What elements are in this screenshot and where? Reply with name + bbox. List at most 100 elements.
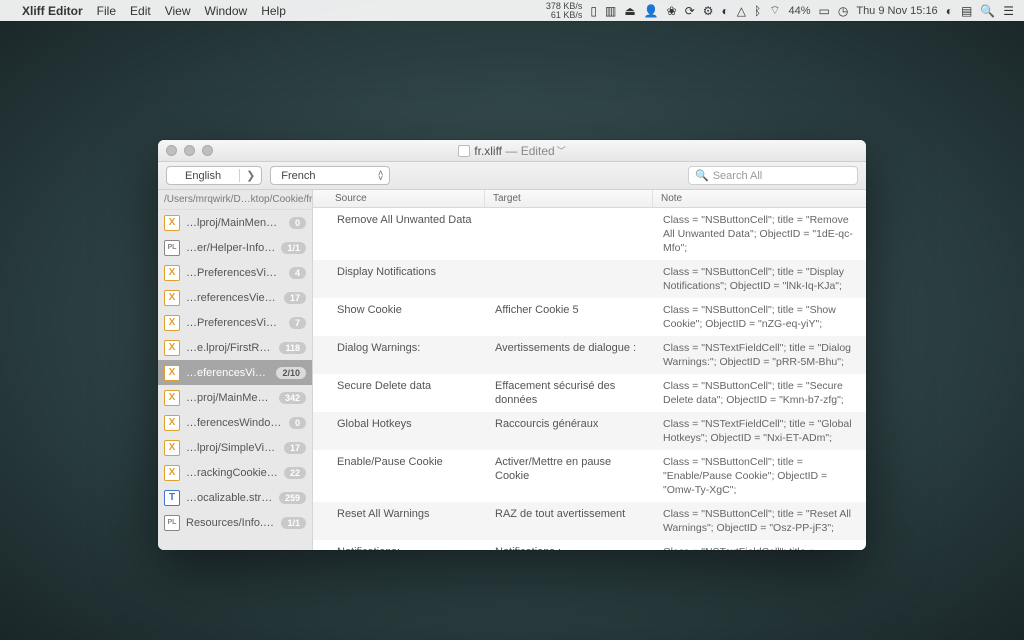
cloud-icon[interactable]: △ xyxy=(737,4,746,18)
close-button[interactable] xyxy=(166,145,177,156)
menu-view[interactable]: View xyxy=(165,4,191,18)
file-name: …eferencesView.xib xyxy=(186,367,270,379)
sidebar-file-item[interactable]: X…referencesView.xib17 xyxy=(158,285,312,310)
cell-source[interactable]: Display Notifications xyxy=(329,265,487,293)
table-row[interactable]: Show CookieAfficher Cookie 5Class = "NSB… xyxy=(313,298,866,336)
wifi-icon[interactable]: ⌔ xyxy=(769,3,780,18)
file-name: …ferencesWindow.xib xyxy=(186,417,283,429)
table-row[interactable]: Dialog Warnings:Avertissements de dialog… xyxy=(313,336,866,374)
sidebar: /Users/mrqwirk/D…ktop/Cookie/fr.xliff X…… xyxy=(158,190,313,550)
battery-pct: 44% xyxy=(788,5,810,17)
title-chevron-icon[interactable]: ﹀ xyxy=(557,144,566,157)
file-badge: 17 xyxy=(284,292,306,304)
clock-icon[interactable]: ◷ xyxy=(838,4,848,18)
cell-source[interactable]: Show Cookie xyxy=(329,303,487,331)
fan-icon[interactable]: ❀ xyxy=(667,4,677,18)
circle-icon[interactable]: ◐ xyxy=(722,4,729,18)
xib-file-icon: X xyxy=(164,415,180,431)
cell-target[interactable]: Activer/Mettre en pause Cookie xyxy=(487,455,655,497)
strings-file-icon: T xyxy=(164,490,180,506)
user-icon[interactable]: 👤 xyxy=(644,4,659,18)
table-row[interactable]: Display NotificationsClass = "NSButtonCe… xyxy=(313,260,866,298)
cell-source[interactable]: Global Hotkeys xyxy=(329,417,487,445)
sidebar-file-item[interactable]: X…e.lproj/FirstRun.xib118 xyxy=(158,335,312,360)
cell-source[interactable]: Reset All Warnings xyxy=(329,507,487,535)
zoom-button[interactable] xyxy=(202,145,213,156)
table-row[interactable]: Global HotkeysRaccourcis générauxClass =… xyxy=(313,412,866,450)
menu-edit[interactable]: Edit xyxy=(130,4,151,18)
sidebar-file-item[interactable]: PL…er/Helper-Info.plist1/1 xyxy=(158,235,312,260)
cell-target[interactable]: Effacement sécurisé des données xyxy=(487,379,655,407)
bars-icon[interactable]: ▥ xyxy=(605,4,616,18)
search-input[interactable]: 🔍 Search All xyxy=(688,166,858,185)
target-language-selector[interactable]: French ˄˅ xyxy=(270,166,390,185)
file-badge: 2/10 xyxy=(276,367,306,379)
sidebar-file-item[interactable]: PLResources/Info.plist1/1 xyxy=(158,510,312,535)
app-name[interactable]: Xliff Editor xyxy=(22,4,83,18)
table-row[interactable]: Enable/Pause CookieActiver/Mettre en pau… xyxy=(313,450,866,502)
file-list[interactable]: X…lproj/MainMenu.xib0 PL …er/Helper-Info.p… xyxy=(158,210,312,550)
notepad-icon[interactable]: ▤ xyxy=(961,4,972,18)
file-name: …PreferencesView.xib xyxy=(186,317,283,329)
titlebar[interactable]: fr.xliff — Edited ﹀ xyxy=(158,140,866,162)
eject-icon[interactable]: ⏏ xyxy=(624,4,635,18)
sidebar-file-item[interactable]: T…ocalizable.strings259 xyxy=(158,485,312,510)
sidebar-file-item[interactable]: X…lproj/MainMenu.xib0 xyxy=(158,210,312,235)
sidebar-file-item[interactable]: X…lproj/SimpleView.xib17 xyxy=(158,435,312,460)
cell-note: Class = "NSButtonCell"; title = "Enable/… xyxy=(655,455,866,497)
minimize-button[interactable] xyxy=(184,145,195,156)
table-row[interactable]: Secure Delete dataEffacement sécurisé de… xyxy=(313,374,866,412)
spotlight-icon[interactable]: 🔍 xyxy=(980,4,995,18)
sync-icon[interactable]: ⟳ xyxy=(685,4,695,18)
cell-target[interactable]: Avertissements de dialogue : xyxy=(487,341,655,369)
plist-file-icon: PL xyxy=(164,515,180,531)
file-badge: 342 xyxy=(279,392,306,404)
cell-target[interactable] xyxy=(487,213,655,255)
cell-source[interactable]: Secure Delete data xyxy=(329,379,487,407)
cell-target[interactable]: Notifications : xyxy=(487,545,655,550)
bluetooth-icon[interactable]: ᛒ xyxy=(754,4,761,18)
xib-file-icon: X xyxy=(164,340,180,356)
file-path: /Users/mrqwirk/D…ktop/Cookie/fr.xliff xyxy=(158,190,312,210)
cell-note: Class = "NSButtonCell"; title = "Remove … xyxy=(655,213,866,255)
header-source[interactable]: Source xyxy=(327,190,485,207)
file-name: …er/Helper-Info.plist xyxy=(186,242,275,254)
table-row[interactable]: Reset All WarningsRAZ de tout avertissem… xyxy=(313,502,866,540)
table-row[interactable]: Remove All Unwanted Data Class = "NSButto… xyxy=(313,208,866,260)
contrast-icon[interactable]: ◐ xyxy=(946,4,953,18)
menu-help[interactable]: Help xyxy=(261,4,286,18)
menu-window[interactable]: Window xyxy=(205,4,248,18)
sidebar-file-item[interactable]: X…proj/MainMenu.xib342 xyxy=(158,385,312,410)
sidebar-file-item[interactable]: X…eferencesView.xib2/10 xyxy=(158,360,312,385)
cell-target[interactable] xyxy=(487,265,655,293)
cell-source[interactable]: Remove All Unwanted Data xyxy=(329,213,487,255)
battery-icon[interactable]: ▭ xyxy=(819,4,830,18)
sidebar-file-item[interactable]: X…rackingCookies.xib22 xyxy=(158,460,312,485)
xib-file-icon: X xyxy=(164,265,180,281)
sidebar-file-item[interactable]: X…PreferencesView.xib7 xyxy=(158,310,312,335)
table: Source Target Note Remove All Unwanted D… xyxy=(313,190,866,550)
table-header: Source Target Note xyxy=(313,190,866,208)
table-row[interactable]: Notifications:Notifications :Class = "NS… xyxy=(313,540,866,550)
sidebar-file-item[interactable]: X…PreferencesView.xib4 xyxy=(158,260,312,285)
notifications-icon[interactable]: ☰ xyxy=(1003,4,1014,18)
file-name: …ocalizable.strings xyxy=(186,492,273,504)
gear-icon[interactable]: ⚙ xyxy=(703,4,714,18)
graph-icon[interactable]: ▯ xyxy=(590,4,597,18)
search-placeholder: Search All xyxy=(713,170,763,182)
source-language-selector[interactable]: English ❯ xyxy=(166,166,262,185)
cell-source[interactable]: Notifications: xyxy=(329,545,487,550)
header-target[interactable]: Target xyxy=(485,190,653,207)
cell-source[interactable]: Enable/Pause Cookie xyxy=(329,455,487,497)
sidebar-file-item[interactable]: X…ferencesWindow.xib0 xyxy=(158,410,312,435)
header-note[interactable]: Note xyxy=(653,190,866,207)
file-badge: 1/1 xyxy=(281,242,306,254)
target-language-label: French xyxy=(281,170,315,182)
cell-target[interactable]: RAZ de tout avertissement xyxy=(487,507,655,535)
cell-source[interactable]: Dialog Warnings: xyxy=(329,341,487,369)
toolbar: English ❯ French ˄˅ 🔍 Search All xyxy=(158,162,866,190)
cell-note: Class = "NSTextFieldCell"; title = "Dial… xyxy=(655,341,866,369)
menu-file[interactable]: File xyxy=(97,4,116,18)
cell-target[interactable]: Raccourcis généraux xyxy=(487,417,655,445)
cell-target[interactable]: Afficher Cookie 5 xyxy=(487,303,655,331)
